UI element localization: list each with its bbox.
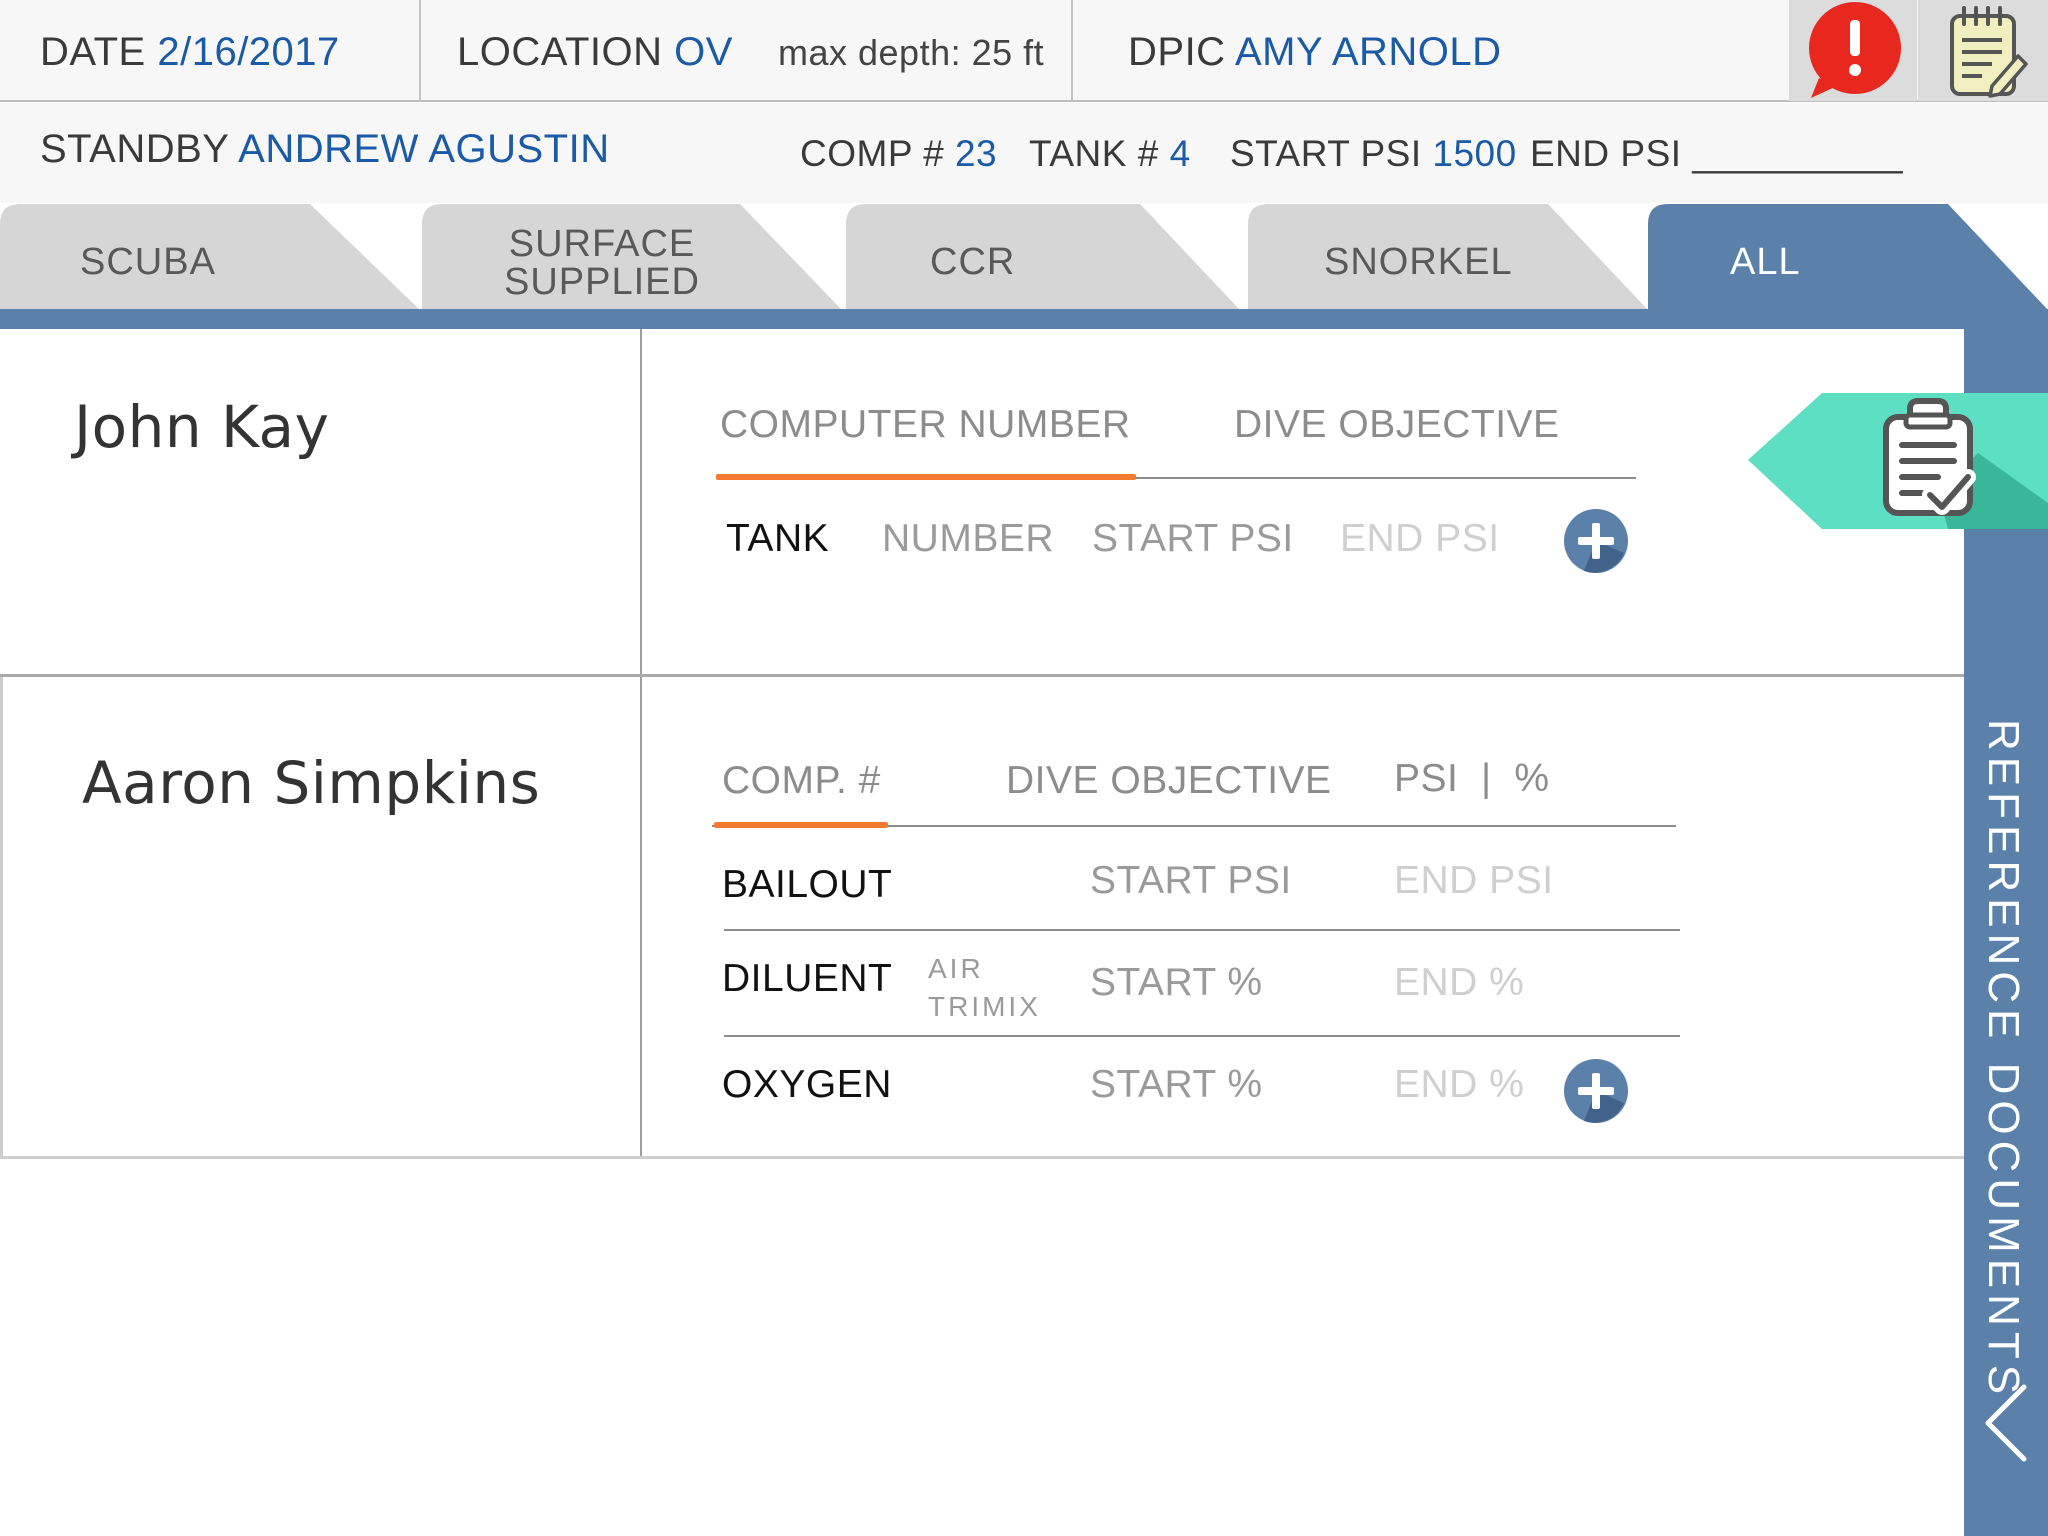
dive-objective-tab[interactable]: DIVE OBJECTIVE — [1234, 403, 1560, 447]
tank-number-field[interactable]: NUMBER — [882, 517, 1054, 561]
diluent-end-field[interactable]: END % — [1394, 961, 1524, 1005]
oxygen-label: OXYGEN — [722, 1063, 892, 1106]
tab-shape — [846, 204, 1240, 310]
comp-field[interactable]: COMP # 23 — [800, 133, 997, 175]
date-value: 2/16/2017 — [157, 30, 340, 74]
diluent-gas-air[interactable]: AIR — [928, 953, 984, 985]
diluent-label: DILUENT — [722, 957, 893, 1000]
diluent-start-field[interactable]: START % — [1090, 961, 1263, 1005]
divider — [1071, 0, 1073, 102]
tank-value: 4 — [1169, 133, 1191, 174]
active-indicator — [716, 474, 1136, 480]
bailout-start-psi-field[interactable]: START PSI — [1090, 859, 1292, 903]
tank-field[interactable]: TANK # 4 — [1029, 133, 1191, 175]
alert-icon — [1809, 2, 1901, 98]
tab-snorkel[interactable]: SNORKEL — [1248, 204, 1648, 310]
info-bar: STANDBY ANDREW AGUSTIN COMP # 23 TANK # … — [0, 103, 2048, 203]
dpic-label: DPIC — [1128, 30, 1226, 74]
computer-number-tab[interactable]: COMPUTER NUMBER — [720, 403, 1131, 447]
diver-name[interactable]: John Kay — [74, 393, 329, 461]
tab-label: SNORKEL — [1324, 241, 1513, 283]
max-depth: max depth: 25 ft — [778, 32, 1045, 73]
tank-label: TANK — [726, 517, 830, 560]
tab-label-line1: SURFACE — [508, 223, 696, 265]
end-psi-value: __________ — [1692, 133, 1904, 174]
comp-label: COMP # — [800, 133, 945, 174]
reference-documents-label: REFERENCE DOCUMENTS — [1979, 719, 2028, 1401]
chevron-left-icon[interactable] — [1984, 1383, 2028, 1463]
end-psi-label: END PSI — [1530, 133, 1682, 174]
standby-value: ANDREW AGUSTIN — [238, 127, 610, 171]
bailout-label: BAILOUT — [722, 863, 893, 906]
diver-name[interactable]: Aaron Simpkins — [82, 749, 540, 817]
oxygen-start-field[interactable]: START % — [1090, 1063, 1263, 1107]
location-field[interactable]: LOCATION OV — [457, 30, 733, 75]
end-psi-field[interactable]: END PSI — [1340, 517, 1500, 561]
dpic-value: AMY ARNOLD — [1234, 30, 1502, 74]
comp-number-tab[interactable]: COMP. # — [722, 759, 881, 803]
tab-label: SCUBA — [80, 241, 216, 283]
card-left-edge — [0, 677, 3, 1157]
diluent-gas-trimix[interactable]: TRIMIX — [928, 991, 1041, 1023]
dpic-field[interactable]: DPIC AMY ARNOLD — [1128, 30, 1502, 75]
tab-label: ALL — [1730, 241, 1801, 283]
diver-card-2: Aaron Simpkins COMP. # DIVE OBJECTIVE PS… — [0, 677, 1964, 1157]
start-psi-field[interactable]: START PSI — [1092, 517, 1294, 561]
location-label: LOCATION — [457, 30, 663, 74]
tank-label: TANK # — [1029, 133, 1159, 174]
active-indicator — [714, 822, 888, 828]
notepad-icon — [1950, 6, 2028, 98]
psi-percent-toggle[interactable]: PSI | % — [1394, 757, 1550, 801]
location-value: OV — [674, 30, 733, 74]
notes-button[interactable] — [1918, 0, 2048, 101]
alert-button[interactable] — [1789, 0, 1917, 101]
start-psi-value: 1500 — [1432, 133, 1517, 174]
end-psi-field[interactable]: END PSI __________ — [1530, 133, 1903, 175]
bailout-end-psi-field[interactable]: END PSI — [1394, 859, 1554, 903]
add-tank-icon[interactable] — [1562, 507, 1630, 575]
card-divider — [640, 677, 642, 1157]
tab-ccr[interactable]: CCR — [846, 204, 1240, 310]
tab-surface-supplied[interactable]: SURFACE SUPPLIED — [422, 204, 842, 310]
top-bar: DATE 2/16/2017 LOCATION OV max depth: 25… — [0, 0, 2048, 102]
date-label: DATE — [40, 30, 146, 74]
date-field[interactable]: DATE 2/16/2017 — [40, 30, 340, 75]
oxygen-end-field[interactable]: END % — [1394, 1063, 1524, 1107]
clipboard-check-icon — [1883, 398, 1976, 516]
dive-objective-tab[interactable]: DIVE OBJECTIVE — [1006, 759, 1332, 803]
comp-value: 23 — [954, 133, 998, 174]
tab-shape — [1648, 204, 2048, 310]
row-rule — [724, 1035, 1680, 1037]
tab-scuba[interactable]: SCUBA — [0, 204, 420, 310]
start-psi-field[interactable]: START PSI 1500 — [1230, 133, 1517, 175]
add-gas-icon[interactable] — [1562, 1057, 1630, 1125]
tab-all[interactable]: ALL — [1648, 204, 2048, 310]
start-psi-label: START PSI — [1230, 133, 1422, 174]
row-rule — [724, 929, 1680, 931]
diver-card-1: John Kay COMPUTER NUMBER DIVE OBJECTIVE … — [0, 329, 1964, 676]
card-divider — [640, 329, 642, 676]
divider — [419, 0, 421, 102]
standby-field[interactable]: STANDBY ANDREW AGUSTIN — [40, 127, 610, 172]
reference-documents-label-wrap: REFERENCE DOCUMENTS — [1964, 719, 2048, 1400]
row-separator — [0, 1156, 1964, 1159]
tab-label: CCR — [930, 241, 1016, 283]
checklist-flag[interactable] — [1748, 393, 2048, 531]
tab-underline — [0, 309, 2048, 329]
standby-label: STANDBY — [40, 127, 229, 171]
tab-label-line2: SUPPLIED — [504, 261, 700, 303]
